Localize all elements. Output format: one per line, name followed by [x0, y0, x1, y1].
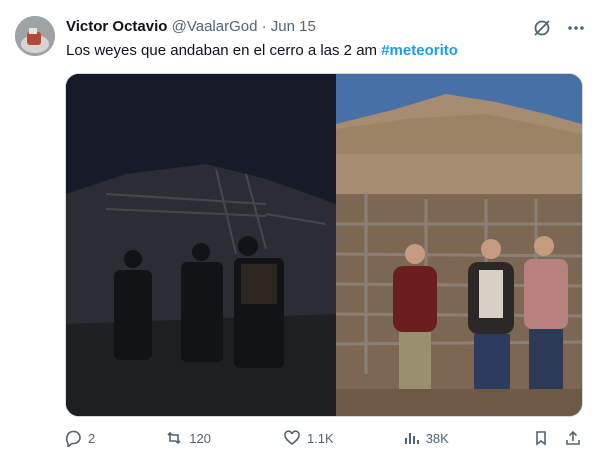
repost-icon: [167, 431, 181, 445]
bookmark-icon: [536, 431, 546, 446]
author-name[interactable]: Victor Octavio: [66, 18, 167, 35]
like-button[interactable]: 1.1K: [283, 429, 334, 447]
repost-count: 120: [189, 430, 211, 446]
views-count: 38K: [425, 430, 449, 446]
tweet[interactable]: Victor Octavio @VaalarGod · Jun 15 Los w…: [0, 0, 598, 461]
more-icon[interactable]: [566, 18, 586, 38]
bookmark-button[interactable]: [532, 429, 550, 447]
like-count: 1.1K: [306, 430, 334, 446]
grok-icon[interactable]: [532, 18, 552, 38]
avatar[interactable]: [15, 16, 55, 56]
hashtag-link[interactable]: #meteorito: [381, 42, 458, 59]
views-icon: [404, 433, 419, 444]
views-button[interactable]: 38K: [402, 429, 449, 447]
reply-count: 2: [88, 430, 96, 446]
reply-button[interactable]: 2: [64, 429, 95, 447]
tweet-header: Victor Octavio @VaalarGod · Jun 15: [66, 17, 586, 37]
tweet-date[interactable]: Jun 15: [271, 18, 316, 35]
reply-icon: [65, 430, 81, 447]
tweet-top-actions: [532, 18, 586, 38]
repost-button[interactable]: 120: [165, 429, 211, 447]
author-handle[interactable]: @VaalarGod: [172, 18, 258, 35]
tweet-text-body: Los weyes que andaban en el cerro a las …: [66, 42, 382, 59]
share-button[interactable]: [564, 429, 582, 447]
tweet-image[interactable]: [65, 73, 583, 417]
heart-icon: [284, 430, 300, 446]
share-icon: [566, 430, 580, 445]
separator-dot: ·: [261, 18, 267, 35]
tweet-text: Los weyes que andaban en el cerro a las …: [66, 41, 582, 61]
tweet-actions: 2 120 1.1K 38K: [64, 428, 582, 448]
